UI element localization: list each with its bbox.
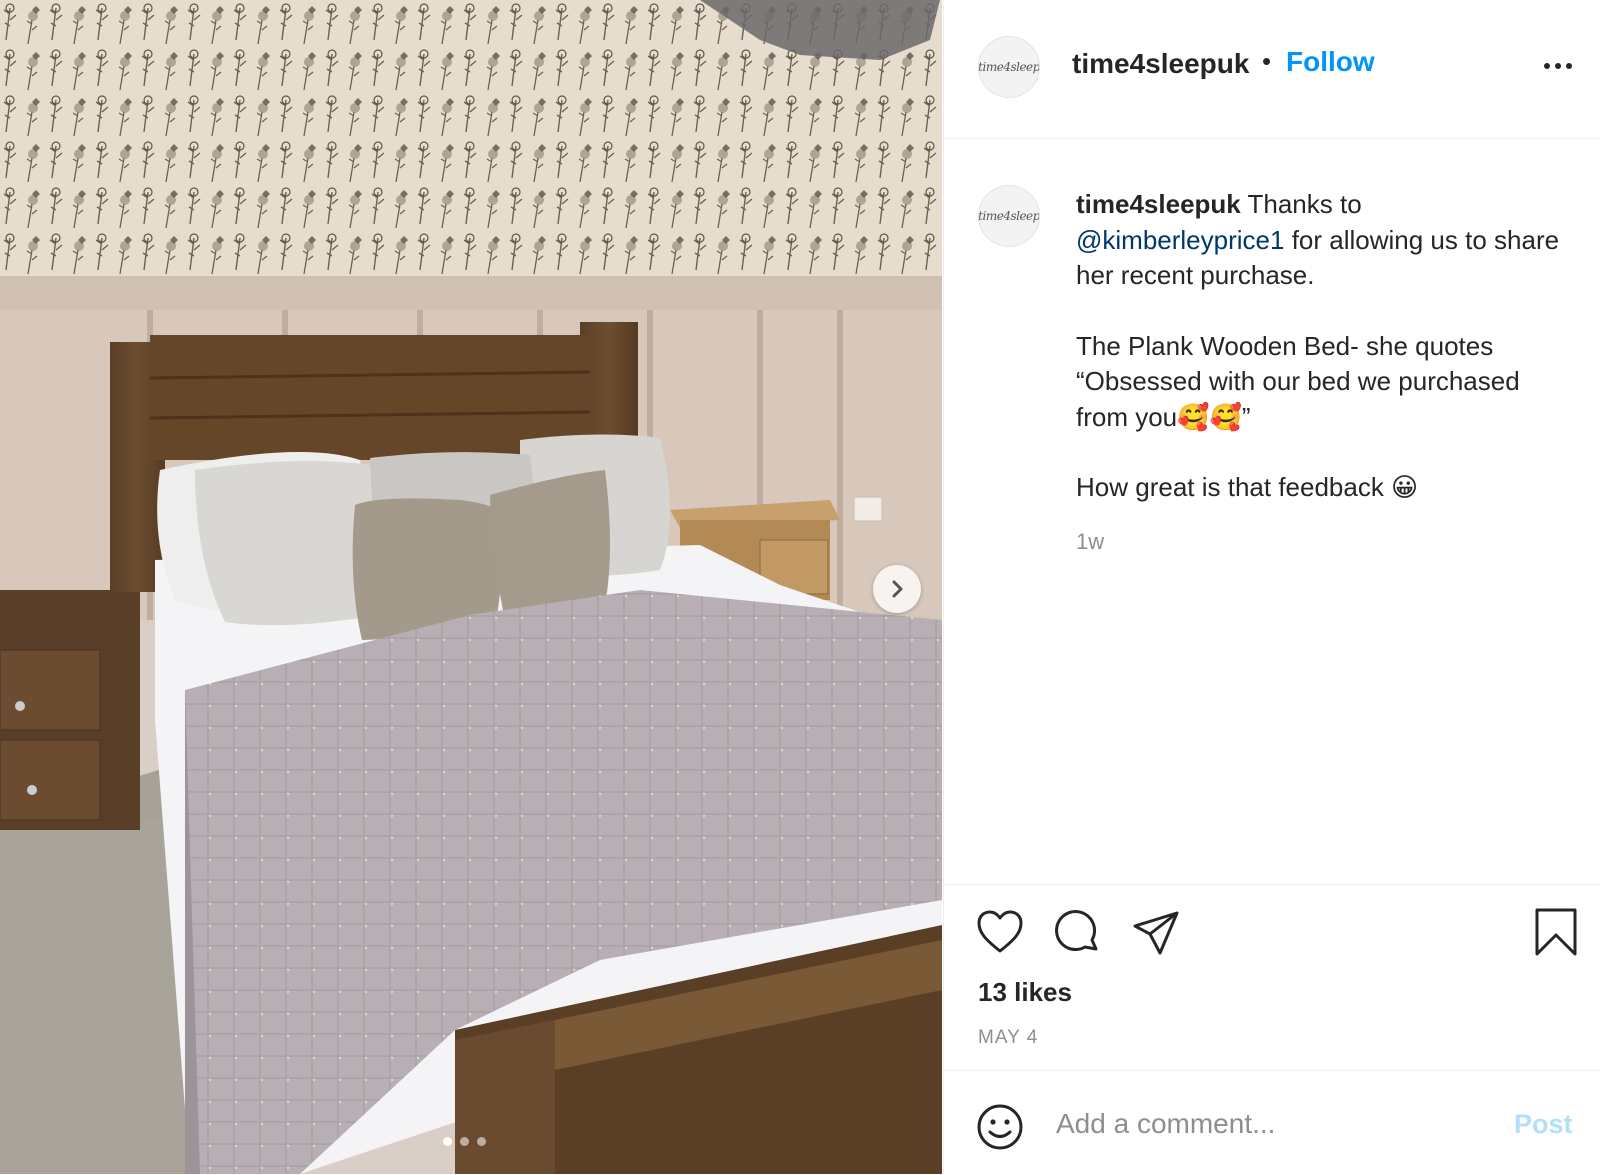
carousel-dots xyxy=(443,1137,486,1146)
post-date[interactable]: MAY 4 xyxy=(978,1027,1038,1049)
likes-count[interactable]: 13 likes xyxy=(978,977,1072,1008)
smiley-icon[interactable] xyxy=(976,1103,1024,1156)
post-header: time4sleep time4sleepuk • Follow xyxy=(944,0,1600,139)
heart-icon[interactable] xyxy=(976,909,1024,960)
chevron-right-icon xyxy=(892,580,903,598)
bedroom-photo xyxy=(0,0,942,1174)
comment-form: Post xyxy=(944,1070,1600,1175)
more-options-icon[interactable] xyxy=(1544,54,1580,78)
instagram-post: time4sleep time4sleepuk • Follow time4sl… xyxy=(0,0,1600,1174)
comment-input[interactable] xyxy=(1054,1101,1478,1147)
time-ago[interactable]: 1w xyxy=(1076,529,1104,555)
action-bar: 13 likes MAY 4 xyxy=(944,884,1600,1071)
follow-button[interactable]: Follow xyxy=(1286,46,1375,78)
caption-avatar[interactable]: time4sleep xyxy=(978,185,1040,247)
caption-quote: The Plank Wooden Bed- she quotes “Obsess… xyxy=(1076,330,1520,432)
brand-logo: time4sleep xyxy=(978,60,1040,74)
post-photo[interactable] xyxy=(0,0,942,1174)
header-username[interactable]: time4sleepuk xyxy=(1072,48,1249,80)
caption-text: time4sleepuk Thanks to @kimberleyprice1 … xyxy=(1076,187,1576,506)
header-separator: • xyxy=(1262,46,1272,76)
brand-logo: time4sleep xyxy=(978,209,1040,223)
carousel-dot[interactable] xyxy=(460,1137,469,1146)
paper-plane-icon[interactable] xyxy=(1132,909,1180,962)
next-photo-button[interactable] xyxy=(873,565,921,613)
post-comment-button[interactable]: Post xyxy=(1514,1109,1573,1140)
bookmark-icon[interactable] xyxy=(1534,907,1578,962)
carousel-dot-active[interactable] xyxy=(443,1137,452,1146)
caption-username[interactable]: time4sleepuk xyxy=(1076,189,1241,219)
comment-icon[interactable] xyxy=(1054,909,1102,962)
caption-area: time4sleep time4sleepuk Thanks to @kimbe… xyxy=(944,139,1600,884)
caption-text-part: Thanks to xyxy=(1240,189,1362,219)
mention-link[interactable]: @kimberleyprice1 xyxy=(1076,225,1284,255)
post-side-panel: time4sleep time4sleepuk • Follow time4sl… xyxy=(943,0,1600,1174)
caption-feedback: How great is that feedback 😀 xyxy=(1076,472,1419,502)
avatar[interactable]: time4sleep xyxy=(978,36,1040,98)
carousel-dot[interactable] xyxy=(477,1137,486,1146)
